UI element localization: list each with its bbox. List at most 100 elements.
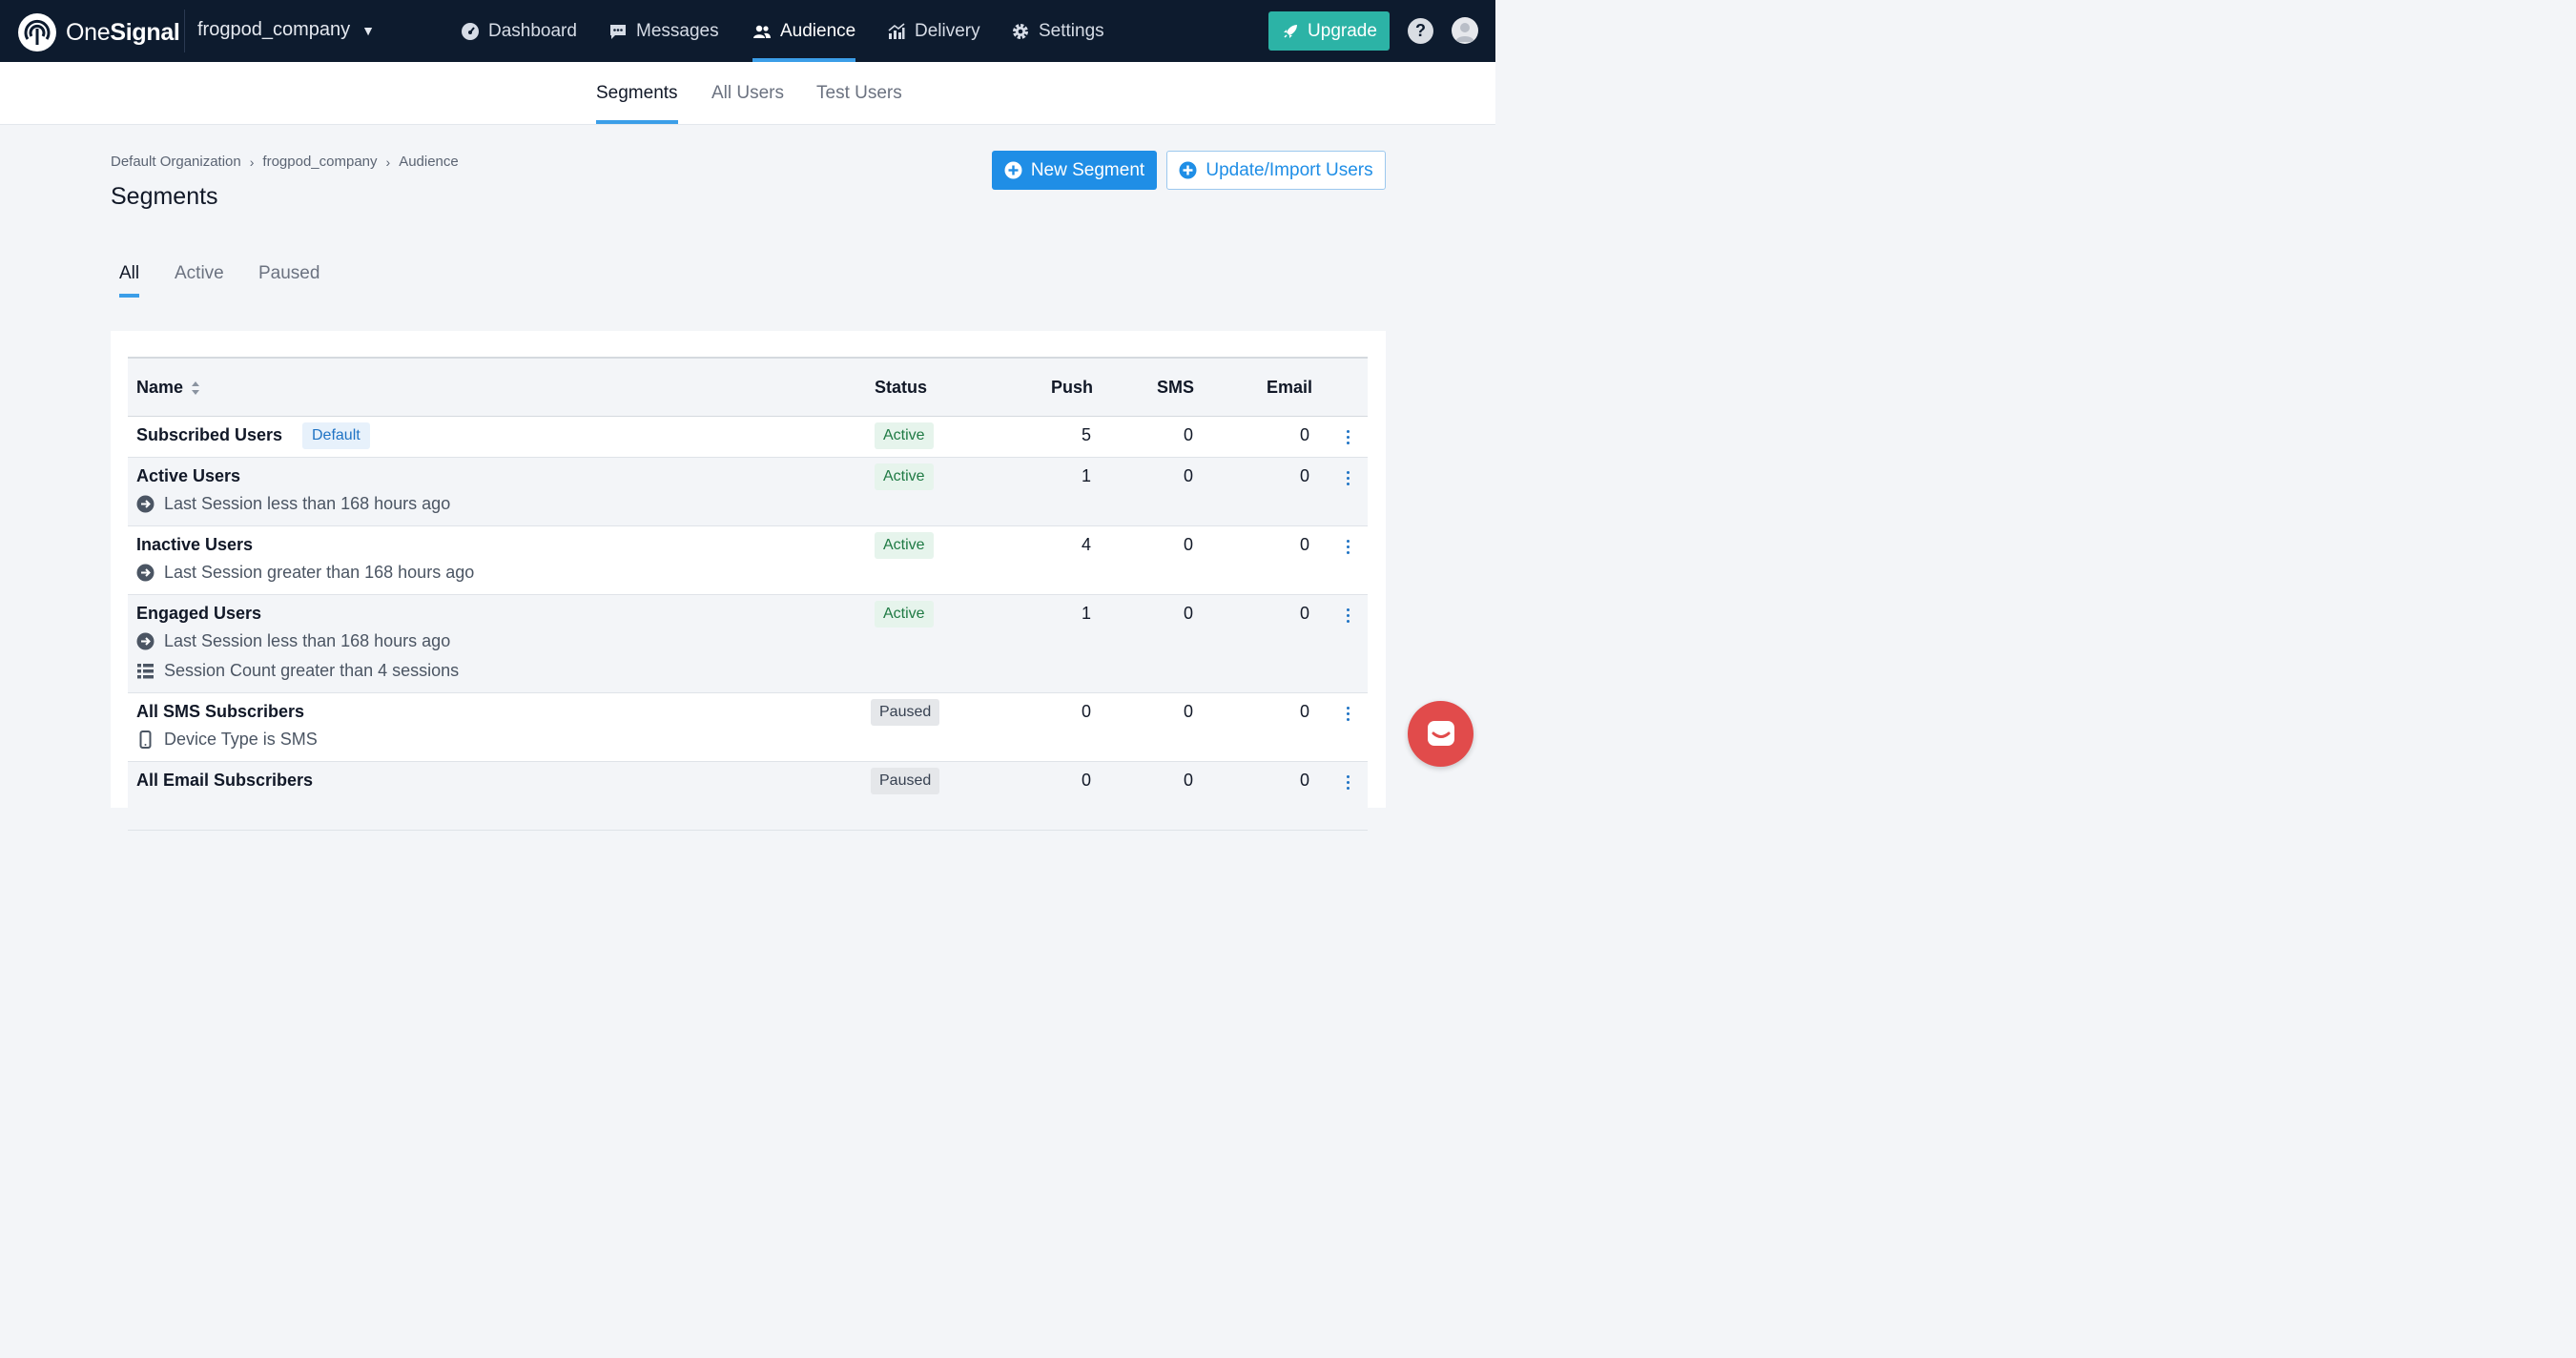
- help-icon-glyph: ?: [1415, 21, 1426, 40]
- nav-audience[interactable]: Audience: [752, 0, 856, 62]
- table-row[interactable]: Active Users Last Session less than 168 …: [128, 458, 1368, 526]
- column-header-push: Push: [1051, 378, 1094, 397]
- sms-count: 0: [1183, 702, 1193, 721]
- new-segment-button[interactable]: New Segment: [992, 151, 1157, 190]
- app-selector[interactable]: frogpod_company ▼: [197, 19, 375, 41]
- filter-tab-paused[interactable]: Paused: [258, 263, 319, 298]
- column-header-sms: SMS: [1157, 378, 1195, 397]
- push-count: 0: [1081, 702, 1091, 721]
- sort-icon: [192, 381, 200, 395]
- more-options-icon[interactable]: [1345, 707, 1350, 724]
- sms-count: 0: [1183, 771, 1193, 790]
- nav-dashboard[interactable]: Dashboard: [461, 0, 577, 62]
- table-row[interactable]: All SMS Subscribers Device Type is SMS P…: [128, 693, 1368, 762]
- table-header: Name Status Push SMS Email: [128, 359, 1368, 417]
- nav-settings-label: Settings: [1039, 20, 1104, 41]
- chat-bubble-icon: [610, 24, 626, 39]
- push-count: 1: [1081, 466, 1091, 485]
- segment-name[interactable]: Subscribed Users: [136, 425, 282, 445]
- bar-chart-icon: [888, 22, 905, 39]
- list-icon: [137, 664, 154, 679]
- breadcrumb-app[interactable]: frogpod_company: [262, 154, 377, 170]
- more-options-icon[interactable]: [1345, 540, 1350, 557]
- table-row[interactable]: Subscribed Users Default Active 5 0 0: [128, 417, 1368, 458]
- tab-segments[interactable]: Segments: [596, 62, 678, 124]
- column-header-email: Email: [1267, 378, 1313, 397]
- tab-test-users[interactable]: Test Users: [816, 62, 902, 124]
- breadcrumb-organization[interactable]: Default Organization: [111, 154, 241, 170]
- nav-settings[interactable]: Settings: [1011, 0, 1104, 62]
- users-icon: [753, 25, 771, 38]
- status-badge: Paused: [871, 768, 940, 794]
- status-badge: Active: [875, 422, 934, 449]
- nav-messages-label: Messages: [636, 20, 719, 41]
- push-count: 0: [1081, 771, 1091, 790]
- sms-count: 0: [1183, 466, 1193, 485]
- audience-subnav: Segments All Users Test Users: [0, 62, 1495, 125]
- update-import-users-label: Update/Import Users: [1206, 159, 1373, 180]
- tab-all-users[interactable]: All Users: [711, 62, 784, 124]
- onesignal-logo-icon: [18, 13, 56, 51]
- nav-delivery-label: Delivery: [915, 20, 980, 41]
- chevron-right-icon: ›: [385, 154, 391, 170]
- segment-name[interactable]: Active Users: [136, 466, 240, 486]
- more-options-icon[interactable]: [1345, 608, 1350, 626]
- status-badge: Active: [875, 601, 934, 628]
- arrow-circle-icon: [136, 564, 155, 582]
- upgrade-button[interactable]: Upgrade: [1268, 11, 1390, 51]
- filter-tab-all[interactable]: All: [119, 263, 140, 298]
- chat-widget-icon: [1427, 720, 1454, 746]
- segment-rule: Device Type is SMS: [136, 730, 318, 750]
- segment-rule-text: Device Type is SMS: [164, 730, 318, 749]
- column-header-name[interactable]: Name: [136, 378, 201, 398]
- email-count: 0: [1299, 702, 1309, 721]
- support-chat-button[interactable]: [1408, 701, 1473, 767]
- segment-name[interactable]: All Email Subscribers: [136, 771, 313, 791]
- push-count: 1: [1081, 604, 1091, 623]
- filter-tab-active[interactable]: Active: [175, 263, 224, 298]
- table-row[interactable]: Inactive Users Last Session greater than…: [128, 526, 1368, 595]
- more-options-icon[interactable]: [1345, 471, 1350, 488]
- page-title: Segments: [111, 183, 218, 210]
- table-row[interactable]: All Email Subscribers Paused 0 0 0: [128, 762, 1368, 831]
- nav-delivery[interactable]: Delivery: [887, 0, 980, 62]
- status-badge: Paused: [871, 699, 940, 726]
- caret-down-icon: ▼: [361, 22, 375, 38]
- sms-count: 0: [1183, 604, 1193, 623]
- nav-messages[interactable]: Messages: [608, 0, 719, 62]
- update-import-users-button[interactable]: Update/Import Users: [1166, 151, 1386, 190]
- segment-name[interactable]: All SMS Subscribers: [136, 702, 304, 722]
- top-navigation-bar: OneSignal frogpod_company ▼ Dashboard Me…: [0, 0, 1495, 62]
- new-segment-label: New Segment: [1030, 159, 1145, 180]
- column-header-status: Status: [875, 378, 928, 397]
- more-options-icon[interactable]: [1345, 775, 1350, 792]
- segment-rule: Last Session less than 168 hours ago: [136, 631, 450, 651]
- nav-audience-label: Audience: [780, 20, 856, 41]
- segment-name[interactable]: Inactive Users: [136, 535, 253, 555]
- segment-name[interactable]: Engaged Users: [136, 604, 261, 624]
- email-count: 0: [1299, 425, 1309, 444]
- status-badge: Active: [875, 532, 934, 559]
- breadcrumb: Default Organization › frogpod_company ›…: [111, 154, 459, 170]
- more-options-icon[interactable]: [1345, 430, 1350, 447]
- breadcrumb-current: Audience: [399, 154, 459, 170]
- segment-rule: Session Count greater than 4 sessions: [136, 661, 459, 681]
- sms-count: 0: [1183, 425, 1193, 444]
- arrow-circle-icon: [136, 495, 155, 513]
- phone-icon: [139, 730, 152, 749]
- status-badge: Active: [875, 463, 934, 490]
- help-icon[interactable]: ?: [1408, 18, 1433, 44]
- segment-rule: Last Session less than 168 hours ago: [136, 494, 450, 514]
- avatar[interactable]: [1452, 17, 1478, 44]
- column-header-name-label: Name: [136, 378, 184, 397]
- email-count: 0: [1299, 466, 1309, 485]
- segment-rule: Last Session greater than 168 hours ago: [136, 563, 474, 583]
- email-count: 0: [1299, 604, 1309, 623]
- onesignal-logo[interactable]: OneSignal: [17, 12, 180, 52]
- rocket-icon: [1284, 24, 1298, 38]
- table-row[interactable]: Engaged Users Last Session less than 168…: [128, 595, 1368, 693]
- user-avatar-icon: [1455, 23, 1474, 42]
- gear-icon: [1013, 23, 1028, 39]
- plus-circle-icon: [1179, 161, 1197, 179]
- push-count: 4: [1081, 535, 1091, 554]
